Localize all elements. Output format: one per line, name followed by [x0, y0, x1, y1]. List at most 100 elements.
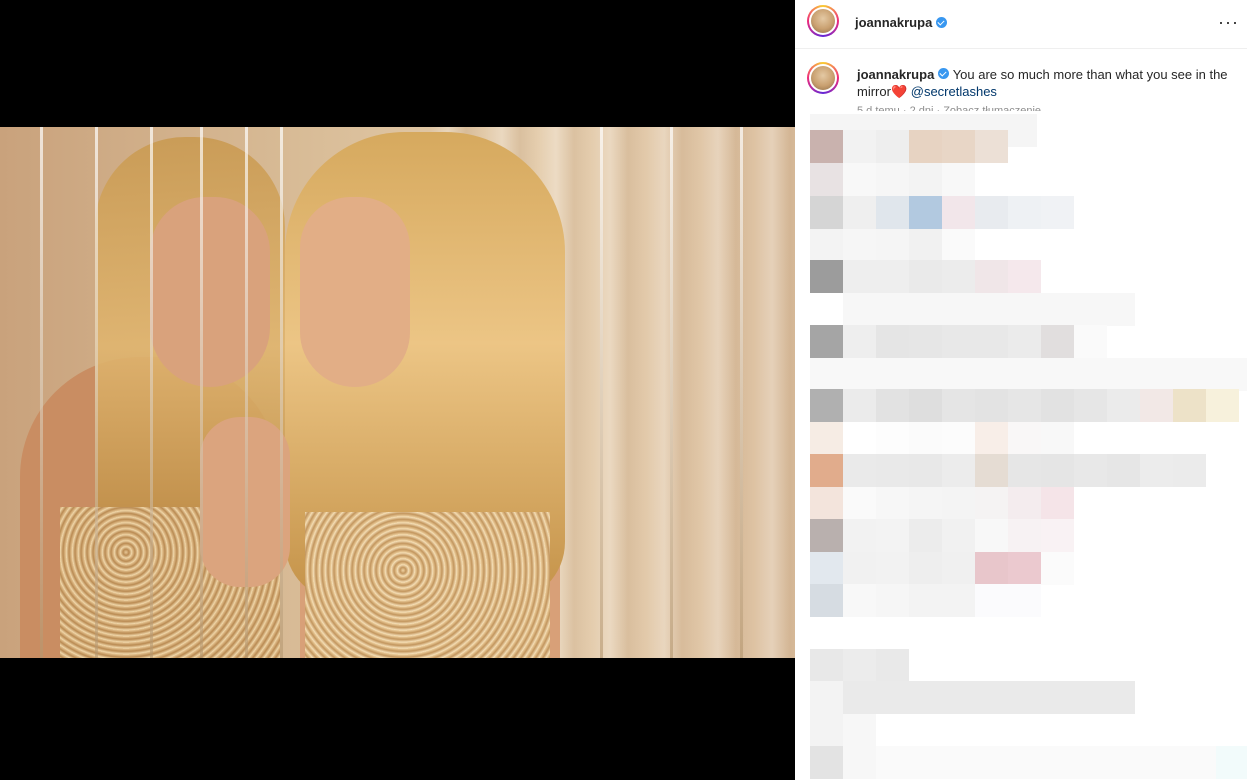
pixel-block — [810, 260, 843, 293]
pixel-row — [810, 584, 1041, 617]
pixel-block — [1008, 260, 1041, 293]
caption-username[interactable]: joannakrupa — [857, 67, 934, 82]
subject-face — [300, 197, 410, 387]
pixel-block — [942, 325, 975, 358]
pixel-block — [876, 649, 909, 682]
pixel-block — [942, 552, 975, 585]
pixel-block — [975, 422, 1008, 455]
pixel-block — [1074, 325, 1107, 358]
pixel-block — [1140, 389, 1173, 422]
pixel-block — [810, 552, 843, 585]
pixel-block — [975, 325, 1008, 358]
pixel-block — [876, 552, 909, 585]
caption-avatar[interactable] — [807, 62, 839, 94]
pixel-block — [942, 389, 975, 422]
pixel-block — [843, 681, 1135, 714]
pixel-block — [1074, 389, 1107, 422]
pixel-block — [1008, 487, 1041, 520]
pixel-block — [909, 487, 942, 520]
pixel-block — [810, 130, 843, 163]
pixel-block — [1008, 196, 1041, 229]
pixel-block — [876, 746, 1216, 779]
pixel-block — [909, 519, 942, 552]
pixel-block — [810, 196, 843, 229]
pixel-block — [909, 422, 942, 455]
avatar-picture — [811, 66, 835, 90]
verified-badge-icon — [936, 17, 948, 28]
pixel-block — [975, 552, 1008, 585]
pixel-block — [843, 552, 876, 585]
pixel-block — [942, 260, 975, 293]
post-photo[interactable] — [0, 127, 795, 658]
pixel-block — [843, 325, 876, 358]
pixel-block — [843, 293, 1135, 326]
pixel-block — [942, 196, 975, 229]
pixel-block — [1008, 584, 1041, 617]
pixel-block — [1041, 196, 1074, 229]
pixel-block — [876, 163, 909, 196]
pixel-block — [909, 552, 942, 585]
pixel-block — [810, 714, 843, 747]
pixel-block — [975, 584, 1008, 617]
pixel-row — [810, 746, 1247, 779]
pixel-block — [942, 487, 975, 520]
mirror-edge — [200, 127, 203, 658]
pixel-block — [909, 325, 942, 358]
pixel-row — [810, 487, 1074, 520]
pixel-block — [876, 487, 909, 520]
caption-mention-link[interactable]: @secretlashes — [911, 84, 997, 99]
pixel-block — [1041, 552, 1074, 585]
pixel-block — [876, 196, 909, 229]
pixel-block — [909, 163, 942, 196]
pixel-block — [1140, 454, 1173, 487]
mirror-edge — [740, 127, 743, 658]
pixel-row — [810, 358, 1247, 391]
pixel-block — [1041, 389, 1074, 422]
pixel-block — [810, 681, 843, 714]
pixel-block — [909, 196, 942, 229]
pixel-block — [843, 454, 876, 487]
pixel-block — [843, 196, 876, 229]
pixel-block — [1008, 325, 1041, 358]
pixel-block — [942, 130, 975, 163]
pixel-block — [1008, 454, 1041, 487]
pixel-block — [1216, 746, 1247, 779]
pixel-block — [1008, 552, 1041, 585]
pixel-block — [1041, 519, 1074, 552]
pixel-block — [843, 487, 876, 520]
heart-emoji: ❤️ — [890, 84, 908, 99]
pixel-block — [909, 229, 942, 262]
pixel-row — [810, 681, 1135, 714]
mirror-edge — [150, 127, 153, 658]
pixel-block — [810, 229, 843, 262]
pixel-row — [810, 260, 1041, 293]
subject-dress — [305, 512, 550, 658]
mirror-edge — [95, 127, 98, 658]
pixel-block — [942, 229, 975, 262]
header-username[interactable]: joannakrupa — [855, 15, 932, 30]
pixel-block — [843, 746, 876, 779]
mirror-edge — [245, 127, 248, 658]
pixel-block — [843, 584, 876, 617]
pixel-row — [810, 293, 1135, 326]
pixel-block — [843, 714, 876, 747]
mirror-edge — [670, 127, 673, 658]
pixel-block — [810, 454, 843, 487]
pixel-block — [1041, 325, 1074, 358]
pixel-block — [876, 454, 909, 487]
pixel-block — [1008, 519, 1041, 552]
pixel-row — [810, 163, 975, 196]
pixel-block — [843, 163, 876, 196]
pixel-block — [1107, 389, 1140, 422]
pixel-block — [1008, 389, 1041, 422]
avatar[interactable] — [807, 5, 839, 37]
verified-badge-icon — [938, 68, 950, 79]
pixel-block — [942, 519, 975, 552]
pixel-block — [975, 519, 1008, 552]
pixel-row — [810, 325, 1107, 358]
avatar-picture — [811, 9, 835, 33]
pixel-block — [975, 389, 1008, 422]
mirror-edge — [600, 127, 603, 658]
more-options-icon[interactable]: ··· — [1218, 12, 1239, 33]
pixelated-comments-area — [810, 114, 1247, 780]
